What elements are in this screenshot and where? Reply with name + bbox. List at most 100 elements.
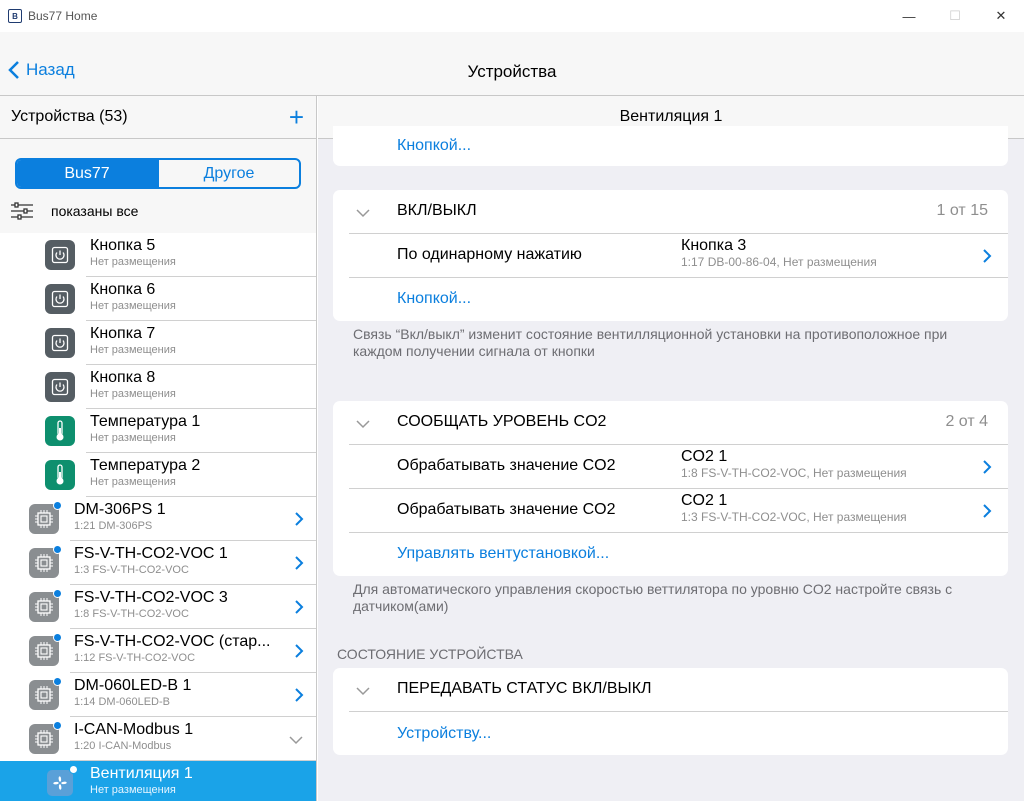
link-control-ventilation[interactable]: Управлять вентустановкой... xyxy=(397,545,609,563)
page-title: Устройства xyxy=(467,62,557,81)
chevron-down-icon xyxy=(289,736,303,745)
chip-icon xyxy=(29,677,62,710)
status-dot xyxy=(53,501,62,510)
card-co2: СООБЩАТЬ УРОВЕНЬ CO2 2 от 4 Обрабатывать… xyxy=(333,401,1008,576)
status-label: ПЕРЕДАВАТЬ СТАТУС ВКЛ/ВЫКЛ xyxy=(397,680,652,697)
status-dot xyxy=(53,677,62,686)
thermometer-icon xyxy=(45,416,75,446)
onoff-note: Связь “Вкл/выкл” изменит состояние венти… xyxy=(353,326,948,359)
device-subtitle: 1:21 DM-306PS xyxy=(74,520,153,532)
device-subtitle: 1:14 DM-060LED-B xyxy=(74,696,170,708)
onoff-header[interactable]: ВКЛ/ВЫКЛ 1 от 15 xyxy=(333,190,1008,234)
device-subtitle: 1:12 FS-V-TH-CO2-VOC xyxy=(74,652,196,664)
device-title: DM-060LED-B 1 xyxy=(74,677,192,694)
link-to-device[interactable]: Устройству... xyxy=(397,725,491,743)
filter-icon xyxy=(11,202,33,220)
chevron-down-icon xyxy=(356,687,370,696)
item-subtitle: Нет размещения xyxy=(90,300,176,312)
chevron-right-icon xyxy=(295,512,304,526)
chevron-right-icon xyxy=(295,600,304,614)
maximize-button[interactable]: ☐ xyxy=(932,0,978,32)
onoff-item[interactable]: По одинарному нажатию Кнопка 3 1:17 DB-00… xyxy=(333,234,1008,278)
minimize-button[interactable]: — xyxy=(886,0,932,32)
item-subtitle: Нет размещения xyxy=(90,476,176,488)
co2-item[interactable]: Обрабатывать значение CO2 CO2 1 1:8 FS-V-… xyxy=(333,445,1008,489)
device-row[interactable]: DM-060LED-B 1 1:14 DM-060LED-B xyxy=(0,673,316,717)
power-icon xyxy=(45,240,75,270)
list-item[interactable]: Кнопка 8 Нет размещения xyxy=(0,365,316,409)
nav-bar: Назад Устройства xyxy=(0,32,1024,96)
list-item[interactable]: Температура 1 Нет размещения xyxy=(0,409,316,453)
list-item[interactable]: Кнопка 6 Нет размещения xyxy=(0,277,316,321)
device-row[interactable]: I-CAN-Modbus 1 1:20 I-CAN-Modbus xyxy=(0,717,316,761)
power-icon xyxy=(45,328,75,358)
card-onoff: ВКЛ/ВЫКЛ 1 от 15 По одинарному нажатию К… xyxy=(333,190,1008,321)
chevron-down-icon xyxy=(356,209,370,218)
status-dot xyxy=(69,765,78,774)
device-row[interactable]: FS-V-TH-CO2-VOC 3 1:8 FS-V-TH-CO2-VOC xyxy=(0,585,316,629)
chip-icon xyxy=(29,589,62,622)
status-dot xyxy=(53,545,62,554)
co2-header[interactable]: СООБЩАТЬ УРОВЕНЬ CO2 2 от 4 xyxy=(333,401,1008,445)
device-row[interactable]: DM-306PS 1 1:21 DM-306PS xyxy=(0,497,316,541)
chevron-right-icon xyxy=(295,644,304,658)
item-value-sub: 1:8 FS-V-TH-CO2-VOC, Нет размещения xyxy=(681,466,907,480)
fan-icon xyxy=(45,765,78,798)
device-subtitle: 1:8 FS-V-TH-CO2-VOC xyxy=(74,608,189,620)
list-item-selected[interactable]: Вентиляция 1 Нет размещения xyxy=(0,761,316,801)
device-row[interactable]: FS-V-TH-CO2-VOC (стар... 1:12 FS-V-TH-CO2… xyxy=(0,629,316,673)
filter-button[interactable]: показаны все xyxy=(11,202,138,220)
co2-label: СООБЩАТЬ УРОВЕНЬ CO2 xyxy=(397,413,607,430)
item-subtitle: Нет размещения xyxy=(90,344,176,356)
device-title: FS-V-TH-CO2-VOC (стар... xyxy=(74,633,271,650)
card-top: Кнопкой... xyxy=(333,126,1008,166)
chip-icon xyxy=(29,721,62,754)
window-title: Bus77 Home xyxy=(28,9,98,23)
item-value: CO2 1 xyxy=(681,448,728,465)
section-header-device-state: СОСТОЯНИЕ УСТРОЙСТВА xyxy=(337,646,523,662)
device-subtitle: 1:20 I-CAN-Modbus xyxy=(74,740,172,752)
link-by-button-top[interactable]: Кнопкой... xyxy=(397,137,471,155)
item-title: Кнопка 8 xyxy=(90,369,156,386)
device-list: Кнопка 5 Нет размещения Кнопка 6 Нет разме… xyxy=(0,233,316,801)
status-dot xyxy=(53,721,62,730)
device-title: I-CAN-Modbus 1 xyxy=(74,721,194,738)
list-item[interactable]: Кнопка 5 Нет размещения xyxy=(0,233,316,277)
co2-note: Для автоматического управления скоростью… xyxy=(353,581,953,614)
item-value: Кнопка 3 xyxy=(681,237,747,254)
list-item[interactable]: Температура 2 Нет размещения xyxy=(0,453,316,497)
co2-item[interactable]: Обрабатывать значение CO2 CO2 1 1:3 FS-V-… xyxy=(333,489,1008,533)
device-row[interactable]: FS-V-TH-CO2-VOC 1 1:3 FS-V-TH-CO2-VOC xyxy=(0,541,316,585)
close-button[interactable]: ✕ xyxy=(978,0,1024,32)
filter-label: показаны все xyxy=(51,203,139,219)
item-title: Вентиляция 1 xyxy=(90,765,193,782)
source-segmented-control: Bus77 Другое xyxy=(15,158,301,189)
item-label: По одинарному нажатию xyxy=(397,246,582,263)
item-subtitle: Нет размещения xyxy=(90,256,176,268)
device-list-panel: Устройства (53) + Bus77 Другое показаны … xyxy=(0,96,317,801)
app-icon: B xyxy=(8,9,22,23)
item-title: Температура 2 xyxy=(90,457,201,474)
detail-panel: Вентиляция 1 Кнопкой... ВКЛ/ВЫКЛ 1 от 15… xyxy=(318,96,1024,801)
segment-other[interactable]: Другое xyxy=(157,160,299,187)
chevron-down-icon xyxy=(356,420,370,429)
item-title: Кнопка 7 xyxy=(90,325,156,342)
status-header[interactable]: ПЕРЕДАВАТЬ СТАТУС ВКЛ/ВЫКЛ xyxy=(333,668,1008,712)
add-device-button[interactable]: + xyxy=(289,104,304,130)
device-subtitle: 1:3 FS-V-TH-CO2-VOC xyxy=(74,564,189,576)
status-dot xyxy=(53,633,62,642)
status-dot xyxy=(53,589,62,598)
link-by-button[interactable]: Кнопкой... xyxy=(397,290,471,308)
segment-bus77[interactable]: Bus77 xyxy=(17,160,157,187)
item-title: Кнопка 5 xyxy=(90,237,156,254)
card-status: ПЕРЕДАВАТЬ СТАТУС ВКЛ/ВЫКЛ Устройству... xyxy=(333,668,1008,755)
item-subtitle: Нет размещения xyxy=(90,784,176,796)
chevron-right-icon xyxy=(295,688,304,702)
list-item[interactable]: Кнопка 7 Нет размещения xyxy=(0,321,316,365)
device-title: FS-V-TH-CO2-VOC 3 xyxy=(74,589,228,606)
item-value-sub: 1:17 DB-00-86-04, Нет размещения xyxy=(681,255,877,269)
device-list-title: Устройства (53) xyxy=(11,108,128,125)
chip-icon xyxy=(29,633,62,666)
item-value-sub: 1:3 FS-V-TH-CO2-VOC, Нет размещения xyxy=(681,510,907,524)
power-icon xyxy=(45,372,75,402)
